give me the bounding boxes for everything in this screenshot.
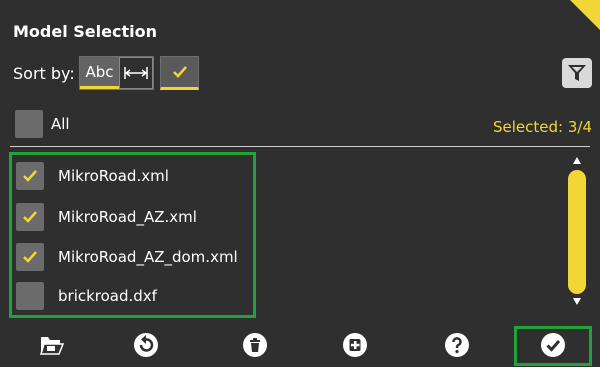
file-checkbox[interactable] [16, 282, 44, 310]
list-item[interactable]: MikroRoad.xml [16, 162, 169, 190]
delete-button[interactable] [241, 331, 269, 359]
selected-count: Selected: 3/4 [493, 118, 592, 136]
page-title: Model Selection [13, 22, 157, 41]
file-name: MikroRoad.xml [58, 167, 169, 185]
divider [10, 146, 590, 147]
add-button[interactable] [341, 331, 369, 359]
scroll-up-arrow[interactable] [573, 157, 581, 164]
check-icon [23, 211, 37, 223]
bottom-toolbar [0, 324, 600, 367]
filter-button[interactable] [562, 58, 592, 88]
trash-icon [243, 333, 267, 357]
sort-alphabetical-button[interactable]: Abc [80, 57, 119, 89]
check-icon [23, 251, 37, 263]
select-all-checkbox[interactable] [15, 110, 43, 138]
select-all-label: All [51, 115, 70, 133]
scroll-down-arrow[interactable] [573, 298, 581, 305]
list-item[interactable]: MikroRoad_AZ_dom.xml [16, 243, 238, 271]
corner-indicator [570, 0, 600, 30]
file-name: MikroRoad_AZ_dom.xml [58, 248, 238, 266]
file-name: brickroad.dxf [58, 287, 157, 305]
list-item[interactable]: brickroad.dxf [16, 282, 157, 310]
sort-toggle-group: Abc [79, 56, 154, 90]
help-button[interactable] [443, 331, 471, 359]
undo-button[interactable] [132, 331, 160, 359]
scrollbar-thumb[interactable] [568, 170, 586, 294]
check-icon [23, 170, 37, 182]
undo-icon [134, 333, 158, 357]
file-checkbox[interactable] [16, 162, 44, 190]
sort-checked-first-button[interactable] [160, 56, 199, 90]
file-checkbox[interactable] [16, 243, 44, 271]
filter-icon [568, 65, 586, 81]
add-icon [343, 333, 367, 357]
length-measure-icon [124, 67, 148, 79]
help-icon [445, 333, 469, 357]
check-icon [172, 66, 187, 78]
list-item[interactable]: MikroRoad_AZ.xml [16, 203, 197, 231]
open-folder-icon [39, 337, 64, 355]
select-all-row[interactable]: All [15, 110, 70, 138]
file-name: MikroRoad_AZ.xml [58, 208, 197, 226]
sort-by-length-button[interactable] [119, 57, 153, 89]
sort-label: Sort by: [13, 64, 75, 83]
open-folder-button[interactable] [37, 331, 65, 359]
confirm-highlight-frame [514, 326, 592, 366]
file-list: MikroRoad.xml MikroRoad_AZ.xml MikroRoad… [9, 152, 256, 318]
file-checkbox[interactable] [16, 203, 44, 231]
